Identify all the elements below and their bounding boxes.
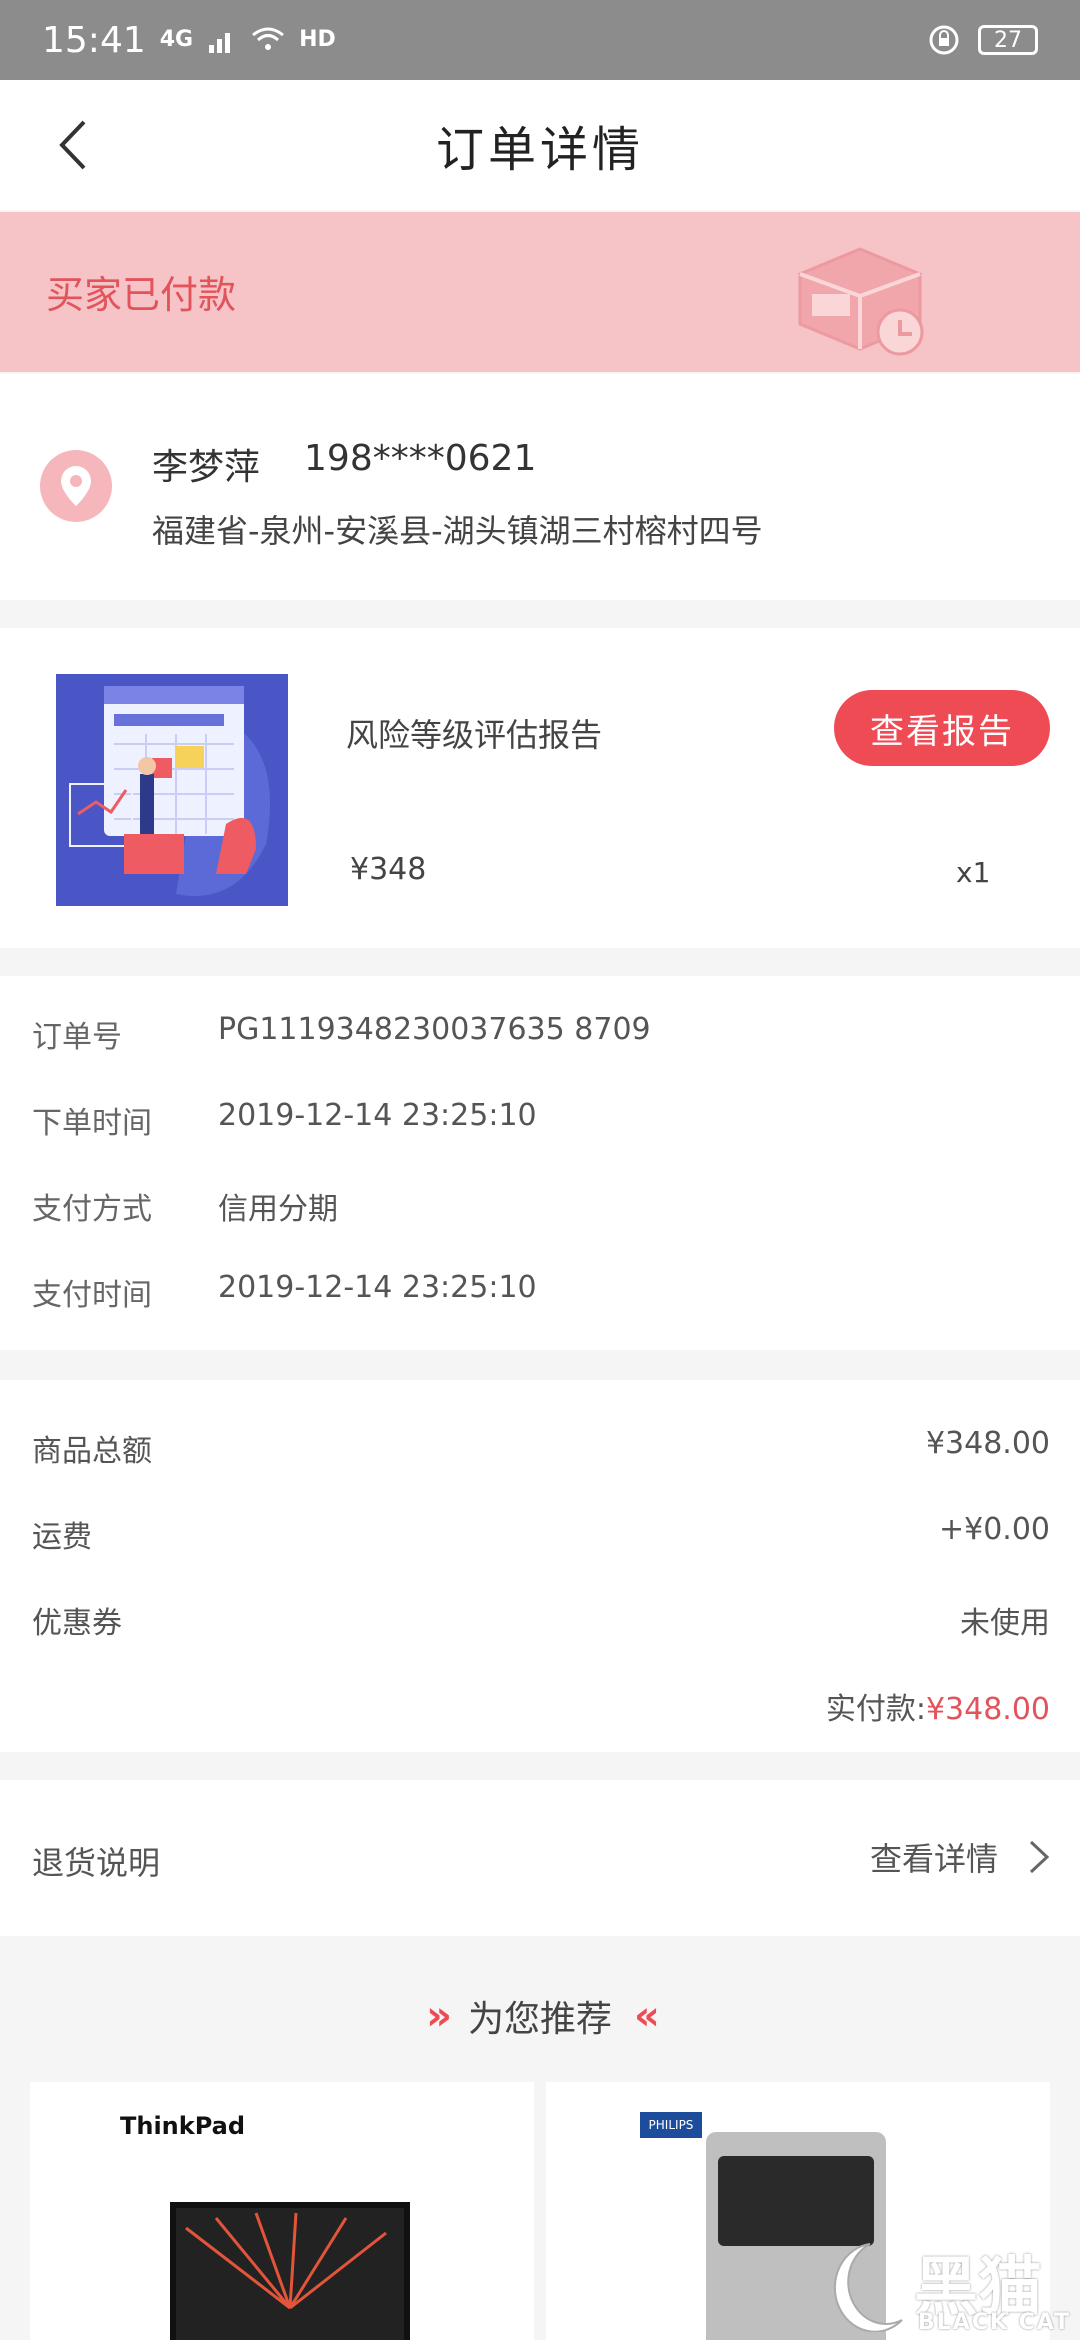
black-cat-logo-icon: [833, 2243, 903, 2332]
battery-indicator: 27: [978, 25, 1038, 55]
page-title: 订单详情: [435, 122, 644, 178]
shipping-row: 运费 +¥0.00: [32, 1512, 1050, 1556]
coupon-row[interactable]: 优惠券 未使用: [32, 1598, 1050, 1642]
product-price: ¥348: [350, 852, 427, 887]
receiver-phone: 198****0621: [304, 438, 537, 479]
subtotal-label: 商品总额: [32, 1434, 152, 1469]
order-number-label: 订单号: [32, 1020, 122, 1055]
product-quantity: x1: [956, 856, 991, 889]
order-status-banner: 买家已付款: [0, 212, 1080, 372]
shipping-value: +¥0.00: [938, 1512, 1050, 1547]
payment-time-value: 2019-12-14 23:25:10: [218, 1270, 537, 1305]
lock-rotation-icon: [929, 25, 959, 55]
battery-level: 27: [994, 27, 1022, 53]
signal-bars-icon: [209, 33, 231, 53]
watermark-en: BLACK CAT: [918, 2310, 1072, 2335]
wifi-icon: [252, 27, 285, 50]
order-time-value: 2019-12-14 23:25:10: [218, 1098, 537, 1133]
subtotal-row: 商品总额 ¥348.00: [32, 1426, 1050, 1470]
recommend-header: » 为您推荐 «: [0, 1990, 1080, 2042]
coupon-label: 优惠券: [32, 1606, 122, 1641]
brand-logo: ThinkPad: [120, 2112, 246, 2140]
product-name[interactable]: 风险等级评估报告: [346, 710, 602, 756]
back-arrow-icon[interactable]: [48, 118, 102, 172]
payment-time-row: 支付时间 2019-12-14 23:25:10: [32, 1270, 537, 1314]
order-number-value: PG1119348230037635 8709: [218, 1012, 651, 1047]
payment-method-row: 支付方式 信用分期: [32, 1184, 338, 1228]
return-policy-label: 退货说明: [32, 1844, 161, 1882]
receiver-name: 李梦萍: [152, 447, 261, 488]
coupon-value: 未使用: [960, 1606, 1050, 1641]
signal-indicator: 4G: [159, 27, 194, 52]
recommend-title: 为您推荐: [467, 1999, 612, 2040]
payment-method-value: 信用分期: [218, 1192, 338, 1227]
receiver-line: 李梦萍 198****0621: [152, 438, 536, 490]
hd-indicator: HD: [299, 27, 336, 52]
product-thumbnail[interactable]: [56, 674, 288, 906]
watermark: 黑猫 BLACK CAT: [832, 2236, 1072, 2336]
nav-bar: 订单详情: [0, 80, 1080, 210]
paid-amount-line: 实付款:¥348.00: [826, 1684, 1050, 1728]
package-clock-icon: [798, 247, 924, 356]
clock: 15:41: [42, 19, 146, 61]
view-details-label: 查看详情: [869, 1840, 998, 1878]
location-pin-icon: [40, 450, 112, 522]
order-status-text: 买家已付款: [46, 273, 237, 317]
laptop-image: [170, 2202, 410, 2340]
paid-value: ¥348.00: [925, 1692, 1050, 1727]
payment-time-label: 支付时间: [32, 1278, 152, 1313]
order-number-row: 订单号 PG1119348230037635 8709: [32, 1012, 651, 1056]
double-chevron-right-icon: »: [426, 1993, 452, 2039]
subtotal-value: ¥348.00: [925, 1426, 1050, 1461]
chevron-right-icon: [1029, 1840, 1050, 1874]
receiver-address: 福建省-泉州-安溪县-湖头镇湖三村榕村四号: [152, 512, 763, 550]
shipping-label: 运费: [32, 1520, 92, 1555]
paid-label: 实付款:: [825, 1692, 926, 1727]
recommend-item[interactable]: ThinkPad: [30, 2082, 534, 2340]
report-illustration-icon: [56, 674, 288, 906]
order-time-label: 下单时间: [32, 1106, 152, 1141]
double-chevron-left-icon: «: [634, 1993, 660, 2039]
brand-logo: PHILIPS: [640, 2112, 702, 2138]
order-time-row: 下单时间 2019-12-14 23:25:10: [32, 1098, 537, 1142]
view-details-link[interactable]: 查看详情: [870, 1834, 1050, 1880]
payment-method-label: 支付方式: [32, 1192, 152, 1227]
status-bar: 15:41 4G HD 27: [0, 0, 1080, 80]
view-report-button[interactable]: 查看报告: [834, 690, 1050, 766]
